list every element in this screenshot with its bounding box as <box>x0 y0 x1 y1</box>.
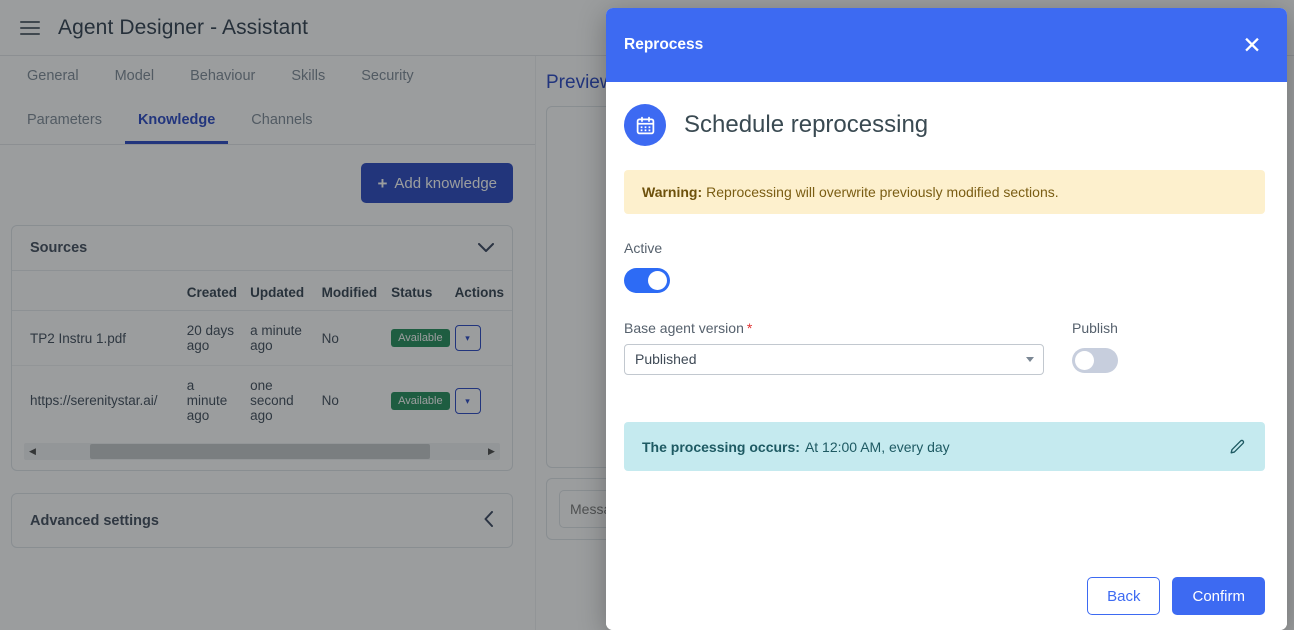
active-toggle[interactable] <box>624 268 670 293</box>
schedule-heading-row: Schedule reprocessing <box>624 104 1265 146</box>
warning-banner: Warning: Reprocessing will overwrite prev… <box>624 170 1265 214</box>
base-version-label-text: Base agent version <box>624 320 744 336</box>
chevron-down-icon[interactable] <box>1026 357 1034 362</box>
required-marker: * <box>746 320 753 336</box>
modal-header: Reprocess ✕ <box>606 8 1287 82</box>
base-version-field: Base agent version * Published <box>624 320 1044 375</box>
warning-text: Reprocessing will overwrite previously m… <box>706 184 1059 200</box>
close-icon[interactable]: ✕ <box>1239 32 1265 58</box>
processing-schedule-bar: The processing occurs: At 12:00 AM, ever… <box>624 422 1265 471</box>
confirm-button[interactable]: Confirm <box>1172 577 1265 615</box>
pencil-icon[interactable] <box>1228 437 1247 456</box>
toggle-knob <box>648 271 667 290</box>
base-version-label: Base agent version * <box>624 320 1044 336</box>
publish-label: Publish <box>1072 320 1118 336</box>
toggle-knob <box>1075 351 1094 370</box>
screen: Agent Designer - Assistant General Model… <box>0 0 1294 630</box>
active-label: Active <box>624 240 663 256</box>
version-publish-row: Base agent version * Published Publish <box>624 320 1265 378</box>
back-button[interactable]: Back <box>1087 577 1161 615</box>
modal-footer: Back Confirm <box>606 562 1287 630</box>
reprocess-modal: Reprocess ✕ Schedule reprocessing Warnin… <box>606 8 1287 630</box>
calendar-icon <box>624 104 666 146</box>
base-version-select[interactable]: Published <box>624 344 1044 375</box>
modal-body: Schedule reprocessing Warning: Reprocessi… <box>606 82 1287 562</box>
processing-value: At 12:00 AM, every day <box>804 438 950 455</box>
schedule-heading: Schedule reprocessing <box>684 111 929 138</box>
publish-toggle[interactable] <box>1072 348 1118 373</box>
warning-label: Warning: <box>642 184 703 200</box>
publish-field: Publish <box>1044 320 1244 378</box>
modal-title: Reprocess <box>624 36 704 53</box>
base-version-select-wrap: Published <box>624 344 1044 375</box>
processing-label: The processing occurs: <box>642 438 800 455</box>
